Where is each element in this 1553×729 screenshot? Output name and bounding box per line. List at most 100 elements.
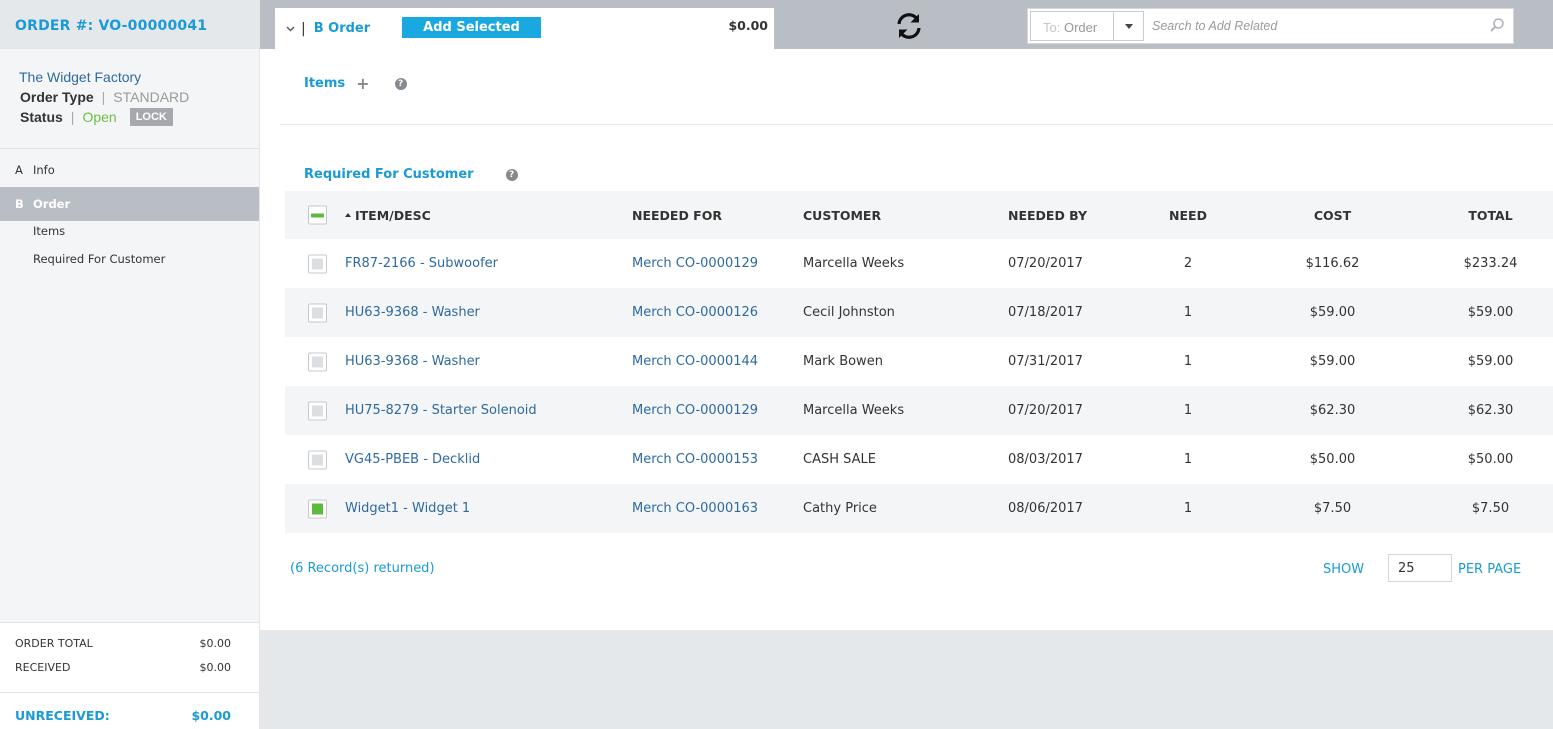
item-link[interactable]: Widget1 - Widget 1 bbox=[345, 501, 470, 516]
item-link[interactable]: VG45-PBEB - Decklid bbox=[345, 452, 480, 467]
column-header-needed-by[interactable]: NEEDED BY bbox=[1008, 208, 1087, 223]
separator: | bbox=[101, 89, 106, 105]
add-item-icon[interactable]: + bbox=[356, 76, 369, 92]
nav-item-order[interactable]: B Order bbox=[0, 187, 259, 221]
status-value: Open bbox=[82, 109, 117, 125]
item-link[interactable]: HU75-8279 - Starter Solenoid bbox=[345, 403, 537, 418]
refresh-icon[interactable] bbox=[894, 11, 924, 41]
separator: | bbox=[70, 109, 75, 125]
total-cell: $62.30 bbox=[1467, 403, 1514, 418]
select-all-checkbox[interactable] bbox=[308, 205, 327, 225]
received-row: RECEIVED $0.00 bbox=[15, 661, 231, 674]
column-header-need[interactable]: NEED bbox=[1168, 208, 1208, 223]
nav-label: Info bbox=[33, 163, 55, 177]
per-page-label: PER PAGE bbox=[1458, 562, 1522, 577]
required-for-customer-table: ITEM/DESC NEEDED FOR CUSTOMER NEEDED BY … bbox=[285, 191, 1553, 533]
cost-cell: $59.00 bbox=[1309, 305, 1356, 320]
total-cell: $59.00 bbox=[1467, 354, 1514, 369]
nav-sub-required-for-customer[interactable]: Required For Customer bbox=[33, 252, 165, 266]
search-box: To: Order bbox=[1027, 8, 1514, 44]
received-value: $0.00 bbox=[199, 661, 232, 674]
needed-by-cell: 07/20/2017 bbox=[1008, 256, 1083, 271]
row-checkbox[interactable] bbox=[308, 450, 327, 469]
order-type-label: Order Type bbox=[20, 89, 94, 105]
sidebar: ORDER #: VO-00000041 The Widget Factory … bbox=[0, 0, 260, 729]
column-header-item[interactable]: ITEM/DESC bbox=[345, 208, 431, 223]
cost-cell: $50.00 bbox=[1309, 452, 1356, 467]
status-row: Status | Open LOCK bbox=[0, 105, 259, 126]
column-header-cost[interactable]: COST bbox=[1295, 208, 1370, 223]
needed-by-cell: 08/03/2017 bbox=[1008, 452, 1083, 467]
table-row: HU75-8279 - Starter Solenoid Merch CO-00… bbox=[285, 386, 1553, 435]
needed-for-link[interactable]: Merch CO-0000163 bbox=[632, 501, 758, 516]
need-cell: 2 bbox=[1183, 256, 1193, 271]
order-type-row: Order Type | STANDARD bbox=[0, 85, 259, 105]
row-checkbox[interactable] bbox=[308, 401, 327, 420]
caret-down-icon[interactable] bbox=[1113, 12, 1143, 40]
search-input[interactable] bbox=[1148, 11, 1478, 41]
add-selected-button[interactable]: Add Selected bbox=[402, 17, 541, 38]
per-page-input[interactable] bbox=[1388, 554, 1452, 582]
row-checkbox[interactable] bbox=[308, 352, 327, 371]
customer-cell: Cecil Johnston bbox=[803, 305, 895, 320]
row-checkbox[interactable] bbox=[308, 303, 327, 322]
to-prefix: To: bbox=[1043, 20, 1061, 35]
cost-cell: $62.30 bbox=[1309, 403, 1356, 418]
column-header-total[interactable]: TOTAL bbox=[1453, 208, 1528, 223]
needed-for-link[interactable]: Merch CO-0000129 bbox=[632, 403, 758, 418]
total-cell: $50.00 bbox=[1467, 452, 1514, 467]
needed-for-link[interactable]: Merch CO-0000129 bbox=[632, 256, 758, 271]
lock-button[interactable]: LOCK bbox=[129, 108, 173, 126]
customer-cell: Cathy Price bbox=[803, 501, 877, 516]
search-icon[interactable] bbox=[1489, 17, 1505, 33]
table-row: Widget1 - Widget 1 Merch CO-0000163 Cath… bbox=[285, 484, 1553, 533]
nav-sub-items[interactable]: Items bbox=[33, 224, 65, 238]
needed-by-cell: 07/31/2017 bbox=[1008, 354, 1083, 369]
item-link[interactable]: HU63-9368 - Washer bbox=[345, 305, 480, 320]
table-row: HU63-9368 - Washer Merch CO-0000126 Ceci… bbox=[285, 288, 1553, 337]
needed-by-cell: 07/20/2017 bbox=[1008, 403, 1083, 418]
to-select[interactable]: To: Order bbox=[1030, 11, 1144, 41]
help-icon[interactable]: ? bbox=[505, 168, 518, 181]
unreceived-label: UNRECEIVED: bbox=[15, 708, 110, 723]
order-type-value: STANDARD bbox=[113, 89, 190, 105]
cost-cell: $116.62 bbox=[1305, 256, 1360, 271]
needed-for-link[interactable]: Merch CO-0000126 bbox=[632, 305, 758, 320]
row-checkbox[interactable] bbox=[308, 499, 327, 518]
tab-title: B Order bbox=[313, 21, 371, 36]
needed-for-link[interactable]: Merch CO-0000144 bbox=[632, 354, 758, 369]
separator: | bbox=[301, 20, 306, 37]
show-label: SHOW bbox=[1323, 562, 1365, 577]
cost-cell: $59.00 bbox=[1309, 354, 1356, 369]
sort-asc-icon bbox=[345, 212, 351, 217]
tab-amount: $0.00 bbox=[728, 18, 768, 33]
chevron-down-icon[interactable] bbox=[285, 24, 295, 34]
need-cell: 1 bbox=[1183, 452, 1193, 467]
item-link[interactable]: FR87-2166 - Subwoofer bbox=[345, 256, 498, 271]
divider bbox=[280, 124, 1553, 125]
total-cell: $233.24 bbox=[1463, 256, 1518, 271]
table-header: ITEM/DESC NEEDED FOR CUSTOMER NEEDED BY … bbox=[285, 191, 1553, 239]
top-bar: | B Order Add Selected $0.00 To: Order bbox=[260, 0, 1553, 49]
required-for-customer-title: Required For Customer bbox=[304, 167, 474, 182]
cost-cell: $7.50 bbox=[1313, 501, 1352, 516]
rfc-section-header: Required For Customer ? bbox=[304, 167, 518, 182]
company-link[interactable]: The Widget Factory bbox=[0, 49, 259, 85]
column-header-customer[interactable]: CUSTOMER bbox=[803, 208, 881, 223]
need-cell: 1 bbox=[1183, 403, 1193, 418]
footer-area bbox=[260, 630, 1553, 729]
order-total-label: ORDER TOTAL bbox=[15, 637, 93, 650]
items-link[interactable]: Items bbox=[304, 76, 345, 91]
nav-item-info[interactable]: A Info bbox=[0, 160, 259, 180]
need-cell: 1 bbox=[1183, 354, 1193, 369]
row-checkbox[interactable] bbox=[308, 254, 327, 273]
column-header-needed-for[interactable]: NEEDED FOR bbox=[632, 208, 722, 223]
help-icon[interactable]: ? bbox=[394, 77, 407, 90]
to-label: To: Order bbox=[1043, 20, 1097, 35]
needed-for-link[interactable]: Merch CO-0000153 bbox=[632, 452, 758, 467]
main-content: Items + ? Required For Customer ? ITEM/D… bbox=[260, 49, 1553, 630]
needed-by-cell: 08/06/2017 bbox=[1008, 501, 1083, 516]
item-link[interactable]: HU63-9368 - Washer bbox=[345, 354, 480, 369]
nav-letter: B bbox=[15, 197, 24, 211]
customer-cell: Mark Bowen bbox=[803, 354, 883, 369]
